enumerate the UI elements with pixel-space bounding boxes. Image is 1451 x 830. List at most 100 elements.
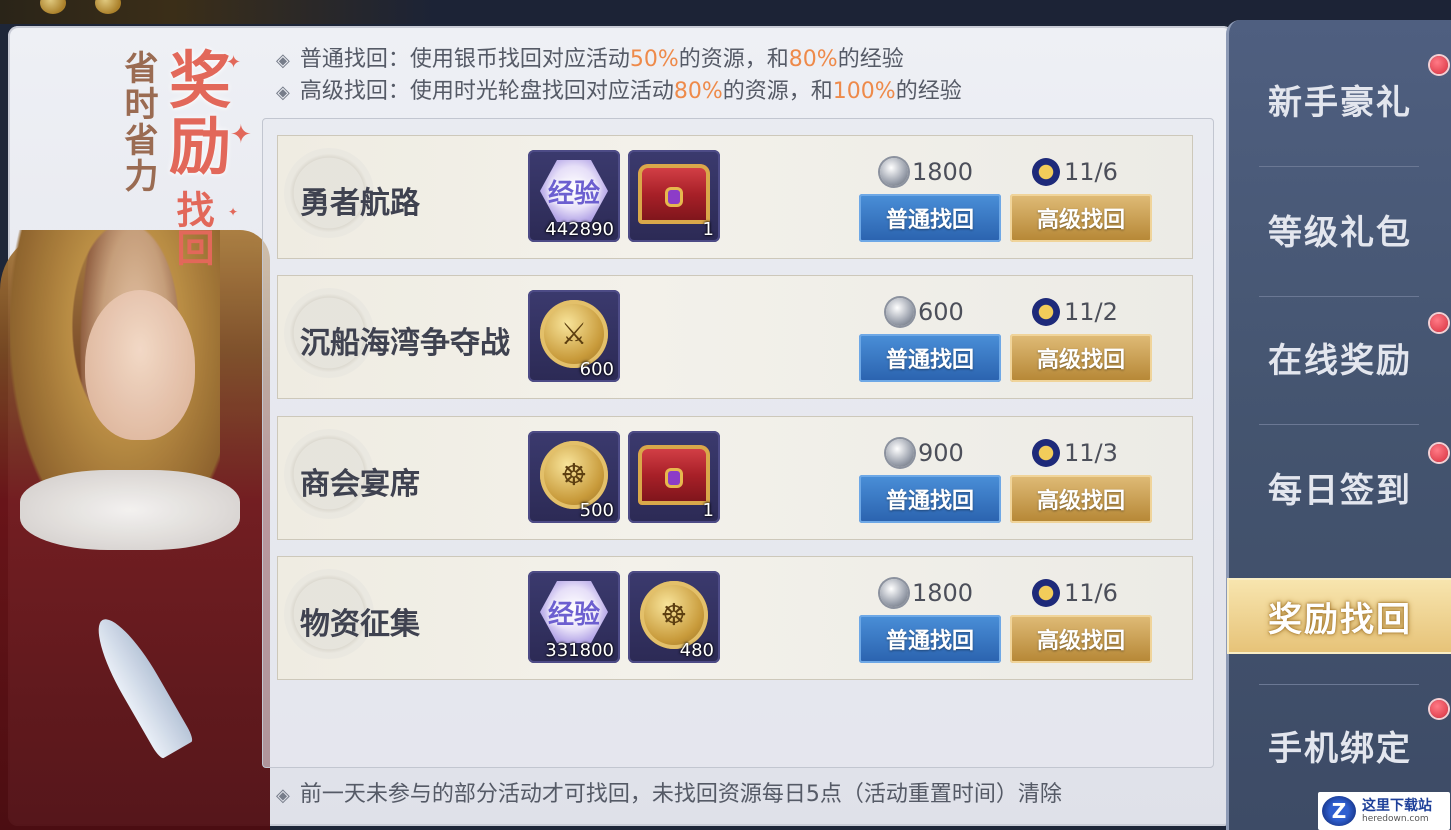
item-quantity: 442890 — [545, 219, 614, 240]
reward-item-gold-coin[interactable]: ☸ 500 — [528, 431, 620, 523]
quill-icon — [85, 610, 195, 760]
activity-name: 沉船海湾争夺战 — [300, 326, 510, 361]
sparkle-icon: ✦ — [230, 120, 252, 150]
item-quantity: 500 — [579, 500, 614, 521]
coin-decoration-icon — [40, 0, 66, 14]
reward-item-sword-coin[interactable]: ⚔ 600 — [528, 290, 620, 382]
gold-coin-icon: ☸ — [540, 441, 608, 509]
diamond-bullet-icon: ◈ — [276, 50, 290, 71]
site-watermark: Z 这里下载站 heredown.com — [1318, 792, 1450, 830]
nav-item-label: 手机绑定 — [1268, 728, 1412, 769]
time-wheel-icon — [1032, 158, 1060, 186]
wheel-cost-value: 11/2 — [1064, 298, 1118, 326]
info-line-normal: ◈ 普通找回：使用银币找回对应活动50%的资源，和80%的经验 — [276, 46, 904, 75]
gold-coin-icon: ☸ — [640, 581, 708, 649]
info-text: 的经验 — [895, 79, 962, 104]
silver-cost-value: 1800 — [912, 158, 974, 186]
silver-cost: 1800 — [880, 158, 973, 186]
exp-icon: 经验 — [540, 160, 608, 222]
sword-coin-icon: ⚔ — [540, 300, 608, 368]
advanced-retrieve-button[interactable]: 高级找回 — [1010, 194, 1152, 242]
coin-decoration-icon — [95, 0, 121, 14]
activity-name: 勇者航路 — [300, 186, 420, 221]
watermark-logo-icon: Z — [1322, 796, 1356, 826]
item-quantity: 1 — [702, 500, 714, 521]
silver-coin-icon — [886, 439, 914, 467]
footer-note: ◈ 前一天未参与的部分活动才可找回，未找回资源每日5点（活动重置时间）清除 — [276, 776, 1062, 808]
nav-item-newbie-gift[interactable]: 新手豪礼 — [1229, 34, 1451, 164]
treasure-chest-icon — [638, 445, 710, 505]
watermark-url: heredown.com — [1362, 814, 1429, 824]
portrait-collar — [20, 470, 240, 550]
sparkle-icon: ✦ — [228, 205, 239, 219]
silver-cost: 600 — [886, 298, 964, 326]
diamond-bullet-icon: ◈ — [276, 785, 290, 806]
nav-item-label: 奖励找回 — [1268, 599, 1412, 640]
activity-name: 物资征集 — [300, 607, 420, 642]
nav-item-online-reward[interactable]: 在线奖励 — [1229, 292, 1451, 422]
wheel-cost: 11/3 — [1032, 439, 1118, 467]
silver-cost: 1800 — [880, 579, 973, 607]
time-wheel-icon — [1032, 298, 1060, 326]
wheel-cost: 11/6 — [1032, 579, 1118, 607]
page-subtitle: 找回 — [170, 190, 215, 266]
nav-item-reward-retrieve[interactable]: 奖励找回 — [1227, 578, 1451, 654]
info-highlight: 80% — [788, 47, 838, 72]
silver-coin-icon — [880, 579, 908, 607]
reward-item-exp[interactable]: 经验 331800 — [528, 571, 620, 663]
normal-retrieve-button[interactable]: 普通找回 — [859, 475, 1001, 523]
normal-retrieve-button[interactable]: 普通找回 — [859, 194, 1001, 242]
notification-badge — [1430, 314, 1448, 332]
reward-item-chest[interactable]: 1 — [628, 431, 720, 523]
slogan-text: 省时省力 — [118, 50, 158, 194]
item-quantity: 480 — [679, 640, 714, 661]
sparkle-icon: ✦ — [226, 52, 242, 73]
info-text: 普通找回：使用银币找回对应活动 — [299, 47, 630, 72]
advanced-retrieve-button[interactable]: 高级找回 — [1010, 334, 1152, 382]
info-highlight: 80% — [673, 79, 723, 104]
nav-item-label: 每日签到 — [1268, 470, 1412, 511]
silver-cost: 900 — [886, 439, 964, 467]
wheel-cost-value: 11/6 — [1064, 579, 1118, 607]
time-wheel-icon — [1032, 439, 1060, 467]
info-text: 高级找回：使用时光轮盘找回对应活动 — [299, 79, 674, 104]
advanced-retrieve-button[interactable]: 高级找回 — [1010, 615, 1152, 663]
reward-item-chest[interactable]: 1 — [628, 150, 720, 242]
activity-row: 勇者航路 经验 442890 1 1800 11/6 普通找回 高级找回 — [277, 135, 1193, 259]
normal-retrieve-button[interactable]: 普通找回 — [859, 615, 1001, 663]
nav-item-phone-bind[interactable]: 手机绑定 — [1229, 680, 1451, 810]
silver-coin-icon — [886, 298, 914, 326]
notification-badge — [1430, 56, 1448, 74]
activity-row: 物资征集 经验 331800 ☸ 480 1800 11/6 普通找回 高级找回 — [277, 556, 1193, 680]
info-highlight: 50% — [629, 47, 679, 72]
side-nav: 新手豪礼 等级礼包 在线奖励 每日签到 奖励找回 手机绑定 — [1226, 20, 1451, 830]
info-line-advanced: ◈ 高级找回：使用时光轮盘找回对应活动80%的资源，和100%的经验 — [276, 78, 962, 107]
silver-coin-icon — [880, 158, 908, 186]
silver-cost-value: 900 — [918, 439, 964, 467]
nav-item-label: 等级礼包 — [1268, 212, 1412, 253]
time-wheel-icon — [1032, 579, 1060, 607]
info-text: 的资源，和 — [722, 79, 833, 104]
wheel-cost: 11/2 — [1032, 298, 1118, 326]
nav-item-level-pack[interactable]: 等级礼包 — [1229, 164, 1451, 294]
reward-item-gold-coin[interactable]: ☸ 480 — [628, 571, 720, 663]
silver-cost-value: 1800 — [912, 579, 974, 607]
activity-row: 商会宴席 ☸ 500 1 900 11/3 普通找回 高级找回 — [277, 416, 1193, 540]
nav-item-label: 在线奖励 — [1268, 340, 1412, 381]
item-quantity: 331800 — [545, 640, 614, 661]
item-quantity: 600 — [579, 359, 614, 380]
info-text: 的经验 — [837, 47, 904, 72]
exp-icon: 经验 — [540, 581, 608, 643]
wheel-cost-value: 11/3 — [1064, 439, 1118, 467]
nav-item-daily-checkin[interactable]: 每日签到 — [1229, 422, 1451, 552]
treasure-chest-icon — [638, 164, 710, 224]
advanced-retrieve-button[interactable]: 高级找回 — [1010, 475, 1152, 523]
normal-retrieve-button[interactable]: 普通找回 — [859, 334, 1001, 382]
nav-item-label: 新手豪礼 — [1268, 82, 1412, 123]
silver-cost-value: 600 — [918, 298, 964, 326]
wheel-cost: 11/6 — [1032, 158, 1118, 186]
item-quantity: 1 — [702, 219, 714, 240]
wheel-cost-value: 11/6 — [1064, 158, 1118, 186]
reward-item-exp[interactable]: 经验 442890 — [528, 150, 620, 242]
notification-badge — [1430, 444, 1448, 462]
